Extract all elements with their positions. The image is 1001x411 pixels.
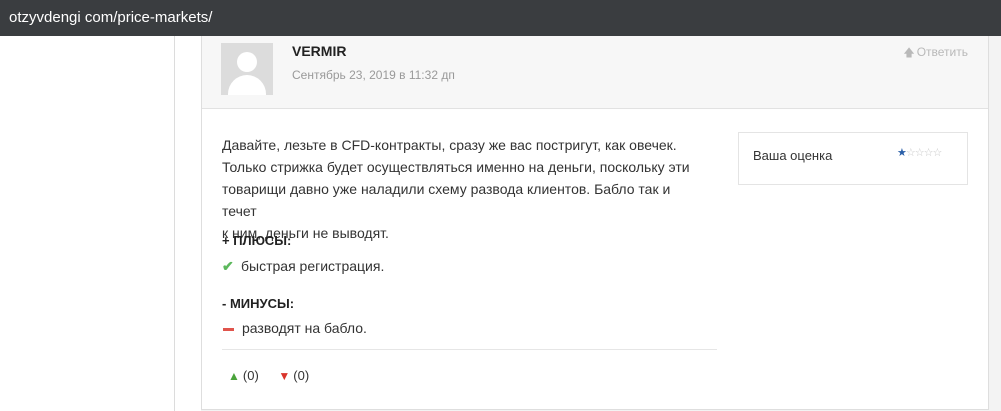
comment-body-line: к ним, деньги не выводят. <box>222 225 389 241</box>
minus-icon <box>223 327 234 331</box>
cons-title: - МИНУСЫ: <box>222 296 295 311</box>
comment-author[interactable]: VERMIR <box>292 43 346 59</box>
like-button[interactable]: ▲ (0) <box>228 368 259 383</box>
avatar-head-shape <box>237 52 257 72</box>
star-icon[interactable]: ☆ <box>924 147 934 159</box>
cons-item-text: разводят на бабло. <box>242 320 367 336</box>
reply-button[interactable]: 🡅 Ответить <box>903 44 968 63</box>
comment-date: Сентябрь 23, 2019 в 11:32 дп <box>292 68 455 82</box>
star-rating[interactable]: ★☆☆☆☆ <box>897 146 943 159</box>
thumbs-up-icon: ▲ <box>228 369 240 383</box>
star-icon[interactable]: ☆ <box>906 147 916 159</box>
pros-title: + ПЛЮСЫ: <box>222 233 292 248</box>
pros-item-text: быстрая регистрация. <box>241 258 385 274</box>
star-icon[interactable]: ☆ <box>915 147 925 159</box>
dislike-count: (0) <box>293 368 310 383</box>
reply-label: Ответить <box>916 45 968 59</box>
rating-label: Ваша оценка <box>753 148 833 163</box>
comment-body: Давайте, лезьте в CFD-контракты, сразу ж… <box>222 134 700 244</box>
avatar-body-shape <box>228 75 266 95</box>
star-icon[interactable]: ★ <box>897 147 907 159</box>
column-gap <box>175 36 201 411</box>
comment-card: VERMIR Сентябрь 23, 2019 в 11:32 дп 🡅 Отв… <box>201 36 989 410</box>
default-avatar-icon <box>221 43 273 95</box>
address-bar[interactable]: otzyvdengi com/price-markets/ <box>0 0 1001 36</box>
like-count: (0) <box>242 368 259 383</box>
cons-item: разводят на бабло. <box>222 320 367 336</box>
comment-body-line: товарищи давно уже наладили схему развод… <box>222 181 671 219</box>
comment-body-line: Только стрижка будет осуществляться имен… <box>222 159 690 175</box>
rating-box: Ваша оценка ★☆☆☆☆ <box>738 132 968 185</box>
url-text: otzyvdengi com/price-markets/ <box>9 9 213 26</box>
check-icon: ✔ <box>222 258 234 274</box>
dislike-button[interactable]: ▼ (0) <box>278 368 309 383</box>
divider <box>222 349 717 350</box>
pros-item: ✔ быстрая регистрация. <box>222 258 384 275</box>
arrow-up-icon: 🡅 <box>903 47 915 59</box>
vote-bar: ▲ (0) ▼ (0) <box>228 368 325 383</box>
left-column <box>0 36 175 411</box>
thumbs-down-icon: ▼ <box>278 369 291 383</box>
comment-header: VERMIR Сентябрь 23, 2019 в 11:32 дп 🡅 Отв… <box>202 36 988 109</box>
comment-body-line: Давайте, лезьте в CFD-контракты, сразу ж… <box>222 137 677 153</box>
star-icon[interactable]: ☆ <box>933 147 943 159</box>
